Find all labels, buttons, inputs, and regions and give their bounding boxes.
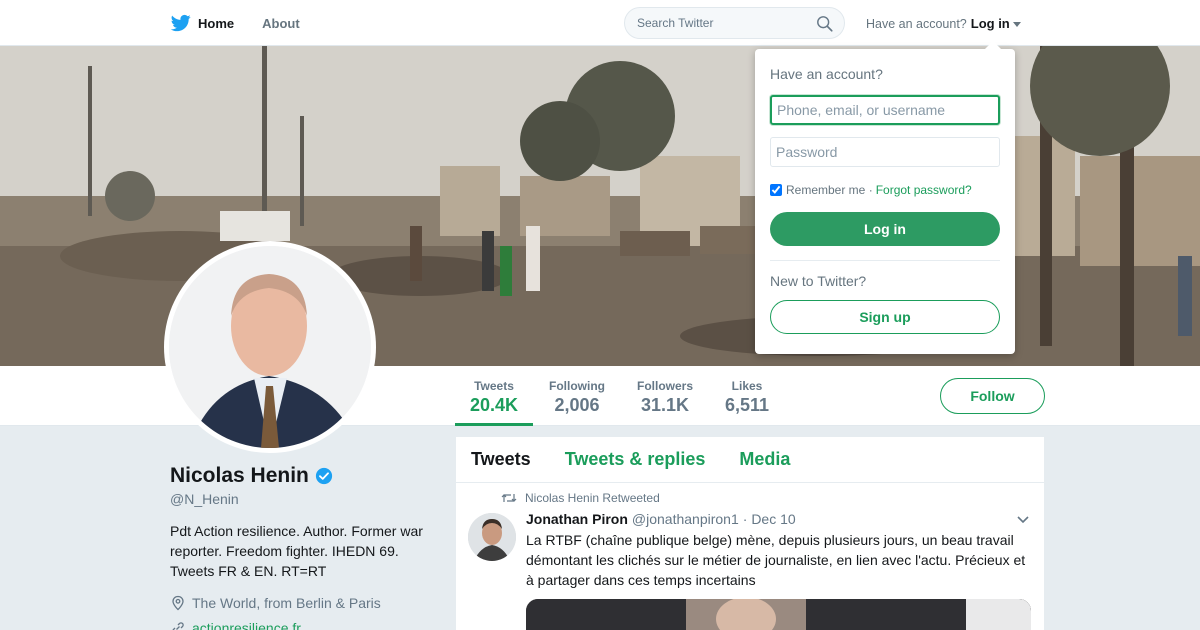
new-to-twitter-text: New to Twitter? (770, 273, 867, 289)
remember-row: Remember me · Forgot password? (770, 183, 972, 197)
nav-home-link[interactable]: Home (198, 16, 234, 31)
stat-value: 2,006 (554, 395, 600, 415)
tweet-date[interactable]: · Dec 10 (743, 511, 796, 527)
account-prompt-text: Have an account? (866, 16, 967, 31)
tweet-media[interactable] (526, 599, 1031, 630)
tweet-header: Jonathan Piron @jonathanpiron1 · Dec 10 (526, 511, 796, 527)
link-icon (172, 622, 184, 630)
location-pin-icon (172, 595, 184, 611)
remember-me-label[interactable]: Remember me · (786, 183, 873, 197)
tab-tweets-replies[interactable]: Tweets & replies (565, 449, 706, 470)
timeline-tabs: Tweets Tweets & replies Media (456, 437, 1044, 483)
stat-label: Followers (636, 379, 693, 393)
search-icon[interactable] (816, 15, 834, 33)
search-box[interactable] (624, 7, 845, 39)
search-input[interactable] (637, 16, 807, 30)
tweet-avatar-portrait (468, 513, 516, 561)
avatar[interactable] (169, 246, 371, 448)
website-link[interactable]: actionresilience.fr (192, 620, 301, 630)
retweet-context: Nicolas Henin Retweeted (501, 491, 660, 505)
twitter-bird-icon[interactable] (170, 13, 192, 33)
profile-website[interactable]: actionresilience.fr (170, 620, 301, 630)
caret-down-icon[interactable] (1012, 21, 1021, 27)
tweet-text: La RTBF (chaîne publique belge) mène, de… (526, 532, 1026, 588)
profile-name-text: Nicolas Henin (170, 464, 309, 487)
remember-me-checkbox[interactable] (770, 184, 782, 196)
chevron-down-icon[interactable] (1016, 515, 1030, 525)
tweet-author-handle[interactable]: @jonathanpiron1 (632, 511, 739, 527)
timeline: Tweets Tweets & replies Media Nicolas He… (456, 437, 1044, 630)
stat-value: 20.4K (469, 395, 519, 415)
stat-label: Likes (731, 379, 763, 393)
stat-following[interactable]: Following 2,006 (544, 366, 610, 426)
login-dropdown-toggle[interactable]: Log in (971, 16, 1010, 31)
profile-location: The World, from Berlin & Paris (170, 595, 381, 611)
tweet-avatar[interactable] (468, 513, 516, 561)
login-button[interactable]: Log in (770, 212, 1000, 246)
login-prompt: Have an account? Log in (866, 16, 1021, 31)
login-dropdown-title: Have an account? (770, 66, 883, 82)
stat-label: Following (549, 379, 605, 393)
divider (770, 260, 1000, 261)
stat-label: Tweets (474, 379, 514, 393)
forgot-password-link[interactable]: Forgot password? (876, 183, 972, 197)
nav-left: Home About (170, 0, 328, 46)
username-field[interactable] (770, 95, 1000, 125)
verified-badge-icon (315, 467, 332, 485)
nav-about-link[interactable]: About (262, 16, 300, 31)
login-dropdown: Have an account? Remember me · Forgot pa… (755, 41, 1015, 354)
location-text: The World, from Berlin & Paris (192, 595, 381, 611)
tab-tweets[interactable]: Tweets (471, 449, 531, 470)
stat-likes[interactable]: Likes 6,511 (718, 366, 776, 426)
avatar-portrait (169, 246, 371, 448)
retweet-note[interactable]: Nicolas Henin Retweeted (525, 491, 660, 505)
profile-bio: Pdt Action resilience. Author. Former wa… (170, 523, 423, 579)
profile-avatar-frame (164, 241, 376, 453)
signup-button[interactable]: Sign up (770, 300, 1000, 334)
top-nav: Home About Have an account? Log in (0, 0, 1200, 46)
follow-button[interactable]: Follow (940, 378, 1045, 414)
tab-media[interactable]: Media (739, 449, 790, 470)
stat-tweets[interactable]: Tweets 20.4K (455, 366, 533, 426)
stat-value: 31.1K (640, 395, 690, 415)
tweet-author-name[interactable]: Jonathan Piron (526, 511, 628, 527)
password-field[interactable] (770, 137, 1000, 167)
retweet-icon (501, 494, 517, 502)
tweet-media-image (526, 599, 1031, 630)
stat-followers[interactable]: Followers 31.1K (632, 366, 698, 426)
profile-name: Nicolas Henin (170, 464, 333, 488)
profile-handle[interactable]: @N_Henin (170, 491, 239, 507)
stat-value: 6,511 (724, 395, 770, 415)
